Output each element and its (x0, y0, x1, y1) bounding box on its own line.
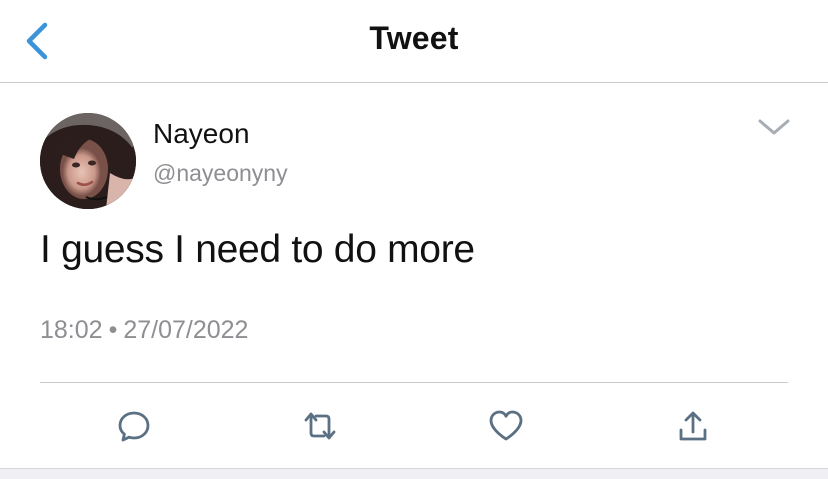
author-name[interactable]: Nayeon (153, 118, 250, 150)
reply-bubble-icon (118, 411, 150, 442)
tweet-timestamp: 18:02 • 27/07/2022 (40, 316, 248, 345)
reply-button[interactable] (114, 406, 154, 446)
share-button[interactable] (673, 406, 713, 446)
tweet-text: I guess I need to do more (40, 228, 475, 271)
page-title: Tweet (369, 20, 459, 56)
avatar[interactable] (40, 113, 136, 209)
author-handle[interactable]: @nayeonyny (153, 160, 288, 187)
share-icon (679, 411, 707, 441)
more-options-button[interactable] (756, 116, 792, 140)
retweet-button[interactable] (300, 406, 340, 446)
divider (40, 382, 788, 383)
heart-icon (489, 410, 523, 441)
bottom-separator (0, 468, 828, 479)
tweet-date: 27/07/2022 (123, 316, 249, 344)
avatar-photo (40, 113, 136, 209)
meta-separator: • (108, 316, 118, 344)
like-button[interactable] (486, 406, 526, 446)
tweet-detail-screen: Tweet Nayeon @nayeonyny I guess I need t… (0, 0, 828, 479)
retweet-icon (304, 412, 336, 440)
chevron-down-icon (758, 119, 790, 135)
navigation-bar: Tweet (0, 0, 828, 83)
tweet-time: 18:02 (40, 316, 103, 344)
